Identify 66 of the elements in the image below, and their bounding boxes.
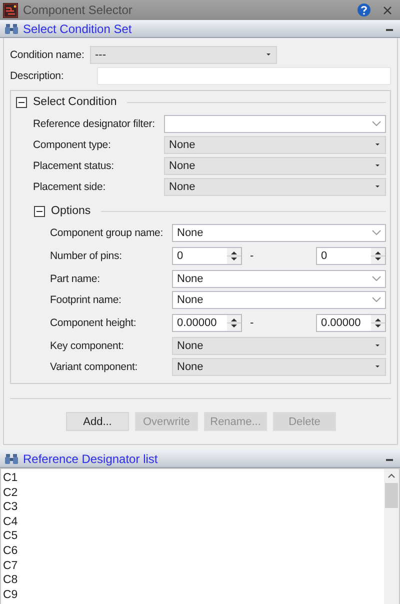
field-label: Part name: [50, 272, 101, 284]
spinner-arrows-icon[interactable] [371, 248, 385, 264]
caret-icon [266, 53, 271, 56]
field-label: Component height: [50, 316, 138, 328]
field-label: Reference designator filter: [33, 118, 156, 130]
field-label: Placement status: [33, 160, 115, 172]
chevron-icon [372, 121, 381, 126]
list-item[interactable]: C5 [3, 529, 384, 544]
collapse-icon[interactable] [34, 206, 45, 216]
spin-field[interactable]: 0 [172, 246, 242, 264]
binoculars-icon [5, 452, 18, 464]
dropdown[interactable]: None [164, 178, 386, 196]
combo-box[interactable]: None [172, 290, 386, 308]
range-separator: - [250, 316, 255, 328]
spinner-arrows-icon[interactable] [227, 248, 241, 264]
spin-field[interactable]: 0 [316, 246, 386, 264]
caret-icon [375, 143, 380, 146]
list-item[interactable]: C8 [3, 573, 384, 588]
group-title: Options [51, 205, 91, 217]
help-icon[interactable] [357, 3, 371, 17]
close-icon[interactable] [383, 6, 392, 14]
section-title: Select Condition Set [23, 22, 133, 36]
field-label: Footprint name: [50, 294, 122, 306]
list-item[interactable]: C2 [3, 486, 384, 500]
field-label: Variant component: [50, 360, 139, 372]
combo-box[interactable]: None [172, 224, 386, 242]
caret-icon [375, 185, 380, 188]
chevron-icon [372, 230, 381, 235]
field-label: Component type: [33, 138, 112, 150]
list-item[interactable]: C9 [3, 588, 384, 602]
list-item[interactable]: C3 [3, 500, 384, 515]
combo-box[interactable]: None [172, 270, 386, 288]
dropdown[interactable]: --- [90, 46, 277, 64]
chevron-icon [372, 297, 381, 302]
binoculars-icon [5, 22, 18, 34]
field-label: Description: [10, 70, 65, 82]
dropdown[interactable]: None [172, 336, 386, 354]
range-separator: - [250, 250, 255, 262]
list-item[interactable]: C7 [3, 558, 384, 574]
caret-icon [375, 164, 380, 167]
caret-icon [375, 344, 380, 347]
window-title: Component Selector [23, 3, 134, 17]
spinner-arrows-icon[interactable] [371, 314, 385, 330]
action-button[interactable]: Add... [66, 412, 129, 431]
field-label: Key component: [50, 340, 125, 352]
caret-icon [375, 365, 380, 368]
field-label: Placement side: [33, 180, 106, 192]
spin-field[interactable]: 0.00000 [316, 314, 386, 332]
dropdown[interactable]: None [164, 136, 386, 154]
collapse-icon[interactable] [16, 96, 27, 108]
dropdown[interactable]: None [172, 358, 386, 376]
app-icon [3, 2, 18, 18]
chevron-icon [372, 276, 381, 281]
field-label: Component group name: [50, 226, 164, 238]
field-label: Condition name: [10, 48, 86, 60]
list-item[interactable]: C1 [3, 471, 384, 486]
spin-field[interactable]: 0.00000 [172, 314, 242, 332]
scrollbar-drawing[interactable] [384, 469, 399, 604]
text-field[interactable] [97, 66, 391, 84]
section-title: Reference Designator list [23, 452, 159, 466]
spinner-arrows-icon[interactable] [227, 314, 241, 330]
field-label: Number of pins: [50, 250, 123, 262]
list-item[interactable]: C4 [3, 514, 384, 530]
dropdown[interactable]: None [164, 156, 386, 174]
list-item[interactable]: C6 [3, 544, 384, 559]
group-title: Select Condition [33, 96, 117, 108]
